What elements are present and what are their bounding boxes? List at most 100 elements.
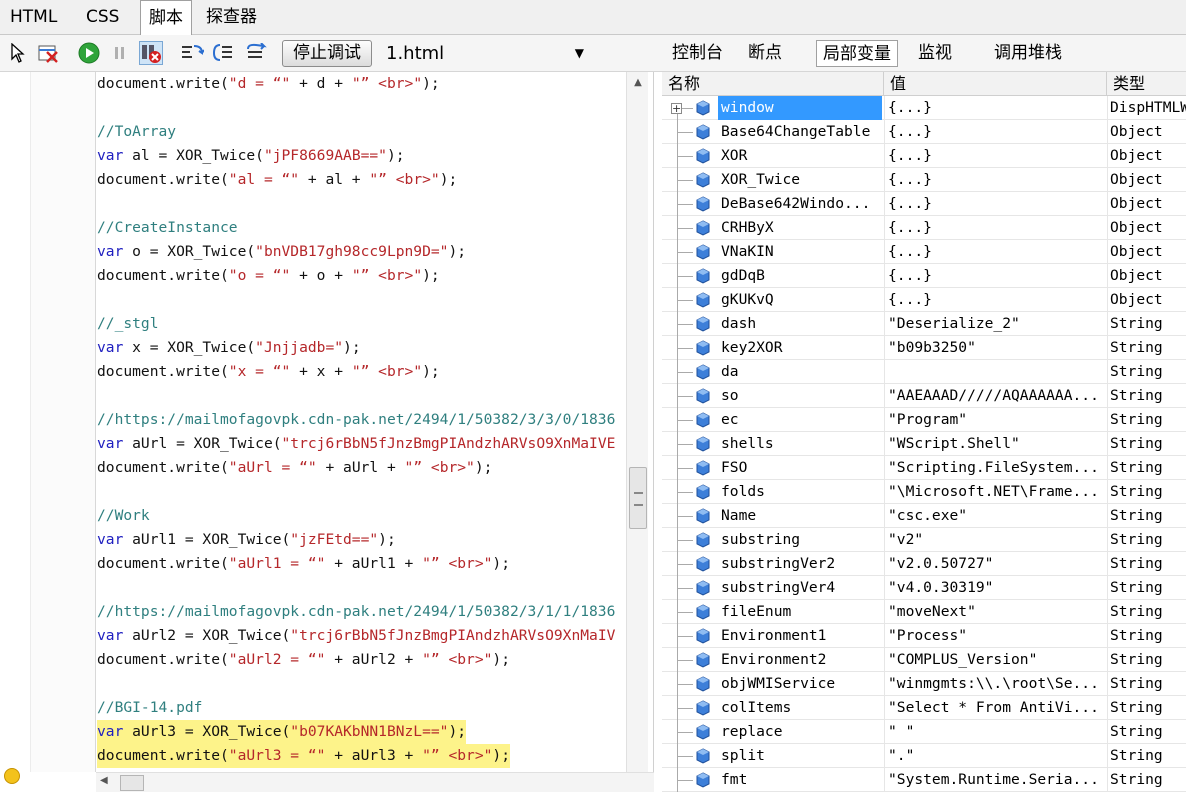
variable-row[interactable]: so "AAEAAAD/////AQAAAAAA... String <box>662 384 1186 408</box>
expand-plus-icon[interactable]: + <box>671 103 682 114</box>
scroll-left-icon[interactable]: ◀ <box>100 775 108 786</box>
horizontal-scroll-thumb[interactable] <box>120 775 144 791</box>
tab-script[interactable]: 脚本 <box>140 0 192 36</box>
variable-row[interactable]: FSO "Scripting.FileSystem... String <box>662 456 1186 480</box>
variable-row[interactable]: ec "Program" String <box>662 408 1186 432</box>
code-token: ); <box>439 171 458 188</box>
horizontal-scrollbar[interactable]: ◀ <box>96 772 654 792</box>
variable-row[interactable]: dash "Deserialize_2" String <box>662 312 1186 336</box>
tree-line <box>677 588 693 589</box>
tab-call-stack[interactable]: 调用堆栈 <box>988 40 1068 67</box>
code-line[interactable]: document.write("aUrl2 = “" + aUrl2 + "” … <box>97 648 510 672</box>
step-over-icon[interactable] <box>212 41 236 65</box>
variable-cube-icon <box>696 772 710 788</box>
code-line[interactable]: //https://mailmofagovpk.cdn-pak.net/2494… <box>97 600 615 624</box>
variable-row[interactable]: XOR_Twice {...} Object <box>662 168 1186 192</box>
vertical-scrollbar[interactable]: ▲ <box>626 72 648 772</box>
code-line[interactable]: var aUrl3 = XOR_Twice("b07KAKbNN1BNzL=="… <box>97 720 467 744</box>
column-header-type[interactable]: 类型 <box>1107 72 1186 96</box>
variable-row[interactable]: XOR {...} Object <box>662 144 1186 168</box>
variable-row[interactable]: replace " " String <box>662 720 1186 744</box>
column-header-value[interactable]: 值 <box>884 72 1107 96</box>
code-token: "jPF8669AAB==" <box>263 147 387 164</box>
code-line[interactable]: document.write("aUrl1 = “" + aUrl1 + "” … <box>97 552 510 576</box>
breakpoint-margin[interactable] <box>30 72 96 772</box>
variable-row[interactable]: DeBase642Windo... {...} Object <box>662 192 1186 216</box>
tab-locals[interactable]: 局部变量 <box>816 40 898 67</box>
variable-row[interactable]: Base64ChangeTable {...} Object <box>662 120 1186 144</box>
variable-row[interactable]: VNaKIN {...} Object <box>662 240 1186 264</box>
variable-row[interactable]: + window{...}DispHTMLWindow2 <box>662 96 1186 120</box>
variable-row[interactable]: substring "v2" String <box>662 528 1186 552</box>
variable-row[interactable]: fileEnum "moveNext" String <box>662 600 1186 624</box>
tab-css[interactable]: CSS <box>78 0 127 35</box>
code-line[interactable]: var x = XOR_Twice("Jnjjadb="); <box>97 336 361 360</box>
variable-row[interactable]: gdDqB {...} Object <box>662 264 1186 288</box>
variable-row[interactable]: gKUKvQ {...} Object <box>662 288 1186 312</box>
tab-console[interactable]: 控制台 <box>666 40 729 67</box>
code-line[interactable]: document.write("al = “" + al + "” <br>")… <box>97 168 457 192</box>
code-line[interactable]: var aUrl2 = XOR_Twice("trcj6rBbN5fJnzBmg… <box>97 624 615 648</box>
source-code[interactable]: document.write("d = “" + d + "” <br>"); /… <box>97 72 625 772</box>
variable-row[interactable]: Name "csc.exe" String <box>662 504 1186 528</box>
code-line[interactable]: var o = XOR_Twice("bnVDB17gh98cc9Lpn9D="… <box>97 240 466 264</box>
step-into-icon[interactable] <box>180 41 204 65</box>
code-line[interactable]: document.write("d = “" + d + "” <br>"); <box>97 72 440 96</box>
variable-row[interactable]: substringVer2 "v2.0.50727" String <box>662 552 1186 576</box>
code-line[interactable]: //ToArray <box>97 120 176 144</box>
scroll-up-icon[interactable]: ▲ <box>627 74 649 92</box>
tab-html[interactable]: HTML <box>2 0 65 35</box>
code-line[interactable]: //https://mailmofagovpk.cdn-pak.net/2494… <box>97 408 615 432</box>
clear-breakpoints-icon[interactable] <box>36 41 60 65</box>
variable-row[interactable]: fmt "System.Runtime.Seria... String <box>662 768 1186 792</box>
code-line[interactable]: //CreateInstance <box>97 216 238 240</box>
step-out-icon[interactable] <box>244 41 268 65</box>
variable-row[interactable]: CRHByX {...} Object <box>662 216 1186 240</box>
variable-cube-icon <box>696 124 710 140</box>
code-token: "aUrl2 = “" <box>228 651 326 668</box>
tab-watch[interactable]: 监视 <box>912 40 958 67</box>
code-line[interactable]: var aUrl = XOR_Twice("trcj6rBbN5fJnzBmgP… <box>97 432 615 456</box>
code-token: ); <box>492 651 510 668</box>
variable-row[interactable]: folds "\Microsoft.NET\Frame... String <box>662 480 1186 504</box>
code-line[interactable]: document.write("aUrl3 = “" + aUrl3 + "” … <box>97 744 510 768</box>
stop-debugging-button[interactable]: 停止调试 <box>282 40 372 67</box>
variable-row[interactable]: objWMIService "winmgmts:\\.\root\Se... Str… <box>662 672 1186 696</box>
tab-breakpoints[interactable]: 断点 <box>742 40 788 67</box>
variable-row[interactable]: Environment2 "COMPLUS_Version" String <box>662 648 1186 672</box>
variable-name: so <box>721 387 739 404</box>
break-on-error-icon[interactable] <box>139 41 163 65</box>
line-gutter[interactable] <box>0 72 96 792</box>
tab-profiler[interactable]: 探查器 <box>198 0 265 35</box>
variable-row[interactable]: da String <box>662 360 1186 384</box>
variable-name: Environment2 <box>721 651 827 668</box>
code-token: "b07KAKbNN1BNzL==" <box>290 723 449 740</box>
script-file-select[interactable]: 1.html ▼ <box>386 40 586 67</box>
variable-row[interactable]: split "." String <box>662 744 1186 768</box>
code-line[interactable]: document.write("x = “" + x + "” <br>"); <box>97 360 440 384</box>
code-line[interactable]: //Work <box>97 504 150 528</box>
code-line[interactable]: document.write("o = “" + o + "” <br>"); <box>97 264 440 288</box>
variable-row[interactable]: key2XOR "b09b3250" String <box>662 336 1186 360</box>
code-line[interactable]: //_stgl <box>97 312 159 336</box>
variable-name: shells <box>721 435 774 452</box>
vertical-scroll-thumb[interactable] <box>629 467 647 529</box>
code-line[interactable]: var al = XOR_Twice("jPF8669AAB=="); <box>97 144 405 168</box>
variable-row[interactable]: substringVer4 "v4.0.30319" String <box>662 576 1186 600</box>
variable-name: fmt <box>721 771 748 788</box>
select-element-icon[interactable] <box>6 41 30 65</box>
variable-row[interactable]: shells "WScript.Shell" String <box>662 432 1186 456</box>
variable-cube-icon <box>696 172 710 188</box>
variable-value: "Process" <box>884 624 1106 648</box>
variable-row[interactable]: colItems "Select * From AntiVi... String <box>662 696 1186 720</box>
tree-line <box>677 492 693 493</box>
column-header-name[interactable]: 名称 <box>662 72 884 96</box>
break-icon[interactable] <box>108 41 132 65</box>
variable-row[interactable]: Environment1 "Process" String <box>662 624 1186 648</box>
code-line[interactable]: //BGI-14.pdf <box>97 696 202 720</box>
code-line[interactable]: document.write("aUrl = “" + aUrl + "” <b… <box>97 456 492 480</box>
variable-name: Name <box>721 507 757 524</box>
continue-icon[interactable] <box>77 41 101 65</box>
code-line[interactable]: var aUrl1 = XOR_Twice("jzFEtd=="); <box>97 528 396 552</box>
code-token: "aUrl1 = “" <box>228 555 326 572</box>
